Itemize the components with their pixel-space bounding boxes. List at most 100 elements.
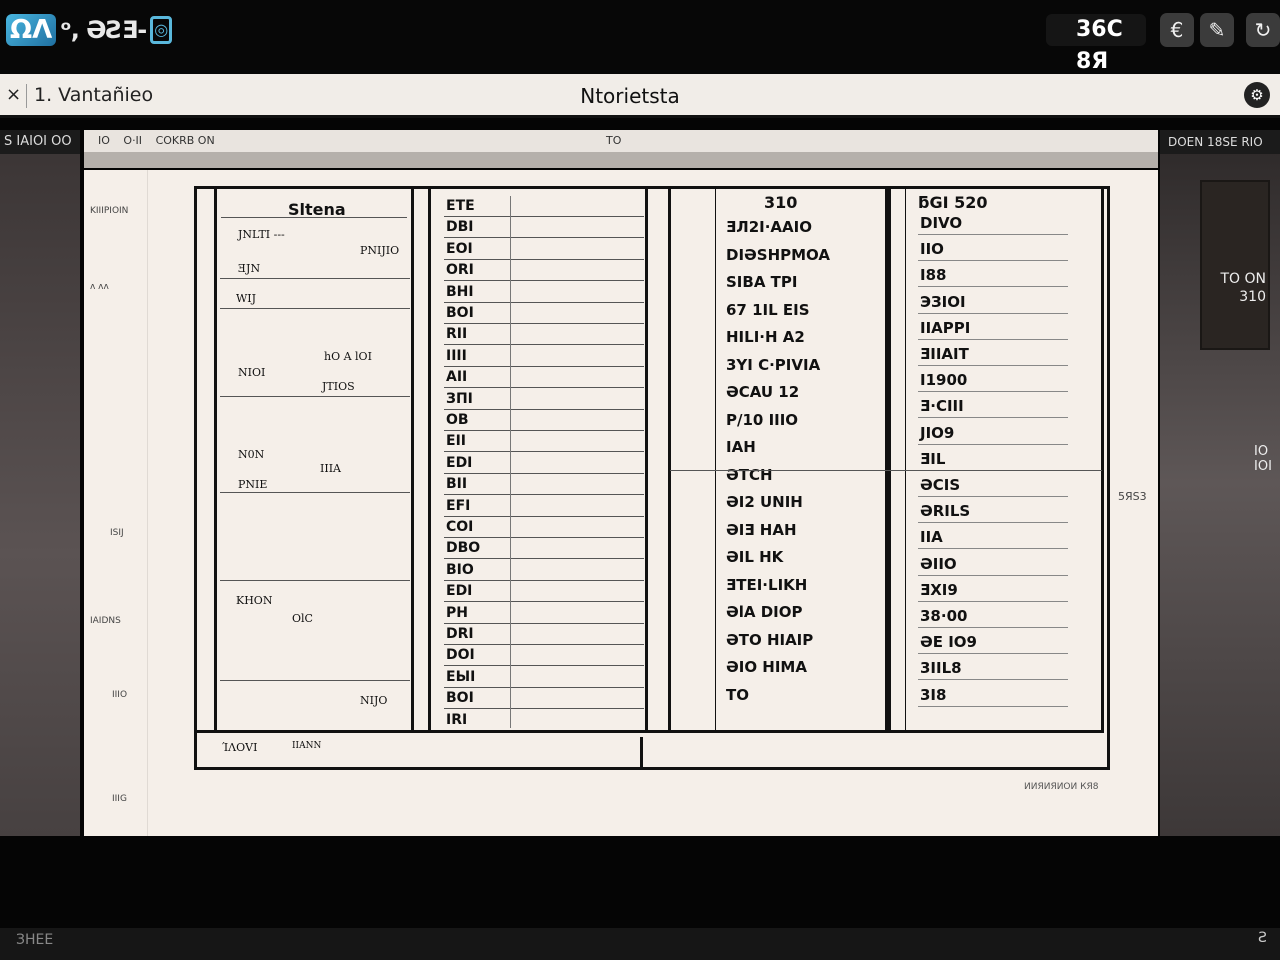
row-divider bbox=[918, 391, 1068, 393]
refresh-button[interactable]: € bbox=[1160, 13, 1194, 47]
col3-row-value: ƏTCH bbox=[726, 465, 773, 484]
row-divider bbox=[918, 365, 1068, 366]
row-divider bbox=[918, 338, 1068, 340]
col2-row-code: COI bbox=[446, 519, 474, 535]
row-divider bbox=[444, 494, 644, 496]
row-divider bbox=[444, 237, 644, 239]
logo-badge-icon: ◎ bbox=[150, 16, 173, 44]
toolbar-item[interactable]: COKRB ON bbox=[156, 134, 215, 147]
document-bar: × 1. Vantañieo Ntorietsta bbox=[0, 74, 1280, 118]
col2-row-code: ЗПІ bbox=[446, 390, 473, 407]
document-title: Ntorietsta bbox=[580, 84, 680, 108]
col3-row-value: ƎЛ2I·AAIO bbox=[726, 218, 812, 236]
row-divider bbox=[444, 644, 644, 645]
row-divider bbox=[918, 679, 1068, 681]
rotate-button[interactable]: ↻ bbox=[1246, 13, 1280, 47]
divider bbox=[26, 84, 27, 108]
row-divider bbox=[444, 686, 644, 688]
col1-note: PNIJIO bbox=[360, 244, 400, 257]
col1-note: OlC bbox=[292, 612, 313, 625]
edit-button[interactable]: ✎ bbox=[1200, 13, 1234, 47]
margin-note-right: 5ЯS3 bbox=[1118, 490, 1147, 503]
row-divider bbox=[444, 515, 644, 517]
col3-row-value: DIƏSHPMOA bbox=[726, 245, 831, 264]
status-left[interactable]: ЗНЕЕ bbox=[16, 932, 53, 948]
app-logo[interactable]: ΩΛ ᵒ, ƏƧƎ- ◎ bbox=[6, 14, 173, 46]
column-4-title: ƃGI 520 bbox=[918, 193, 988, 212]
logo-text: ᵒ, ƏƧƎ- bbox=[60, 16, 147, 44]
row-divider bbox=[918, 600, 1068, 602]
row-divider bbox=[918, 522, 1068, 524]
col3-row-value: ƏIL HK bbox=[726, 548, 784, 566]
col2-row-code: PH bbox=[446, 604, 468, 621]
right-panel-header: DOEN 18SE RIO bbox=[1160, 130, 1280, 154]
col2-row-code: AII bbox=[446, 369, 468, 386]
column-1-title: Sltena bbox=[288, 200, 346, 219]
col2-row-code: IRI bbox=[446, 711, 468, 728]
col3-row-value: ƏIO HIMA bbox=[726, 658, 807, 676]
row-divider bbox=[444, 622, 644, 624]
col4-row-value: ƎXI9 bbox=[920, 580, 958, 599]
shelf-label: TO ON 310 bbox=[1220, 271, 1266, 305]
col3-row-value: P/10 IIIO bbox=[726, 410, 799, 429]
col4-row-value: JIO9 bbox=[920, 423, 955, 442]
col1-note: JNLTI --- bbox=[238, 228, 285, 241]
col4-row-value: IIAPPI bbox=[920, 318, 971, 337]
row-divider bbox=[444, 216, 644, 217]
col4-row-value: I88 bbox=[920, 266, 947, 285]
row-divider bbox=[220, 278, 410, 279]
settings-icon[interactable]: ⚙ bbox=[1244, 82, 1270, 108]
row-divider bbox=[444, 430, 644, 431]
row-divider bbox=[918, 312, 1068, 314]
col2-row-code: IIII bbox=[446, 347, 467, 364]
col4-row-value: ƏRILS bbox=[920, 502, 971, 521]
toolbar-item[interactable]: O·II bbox=[123, 134, 142, 147]
left-panel bbox=[0, 130, 80, 836]
side-label: IO IOI bbox=[1254, 444, 1272, 474]
row-divider bbox=[918, 443, 1068, 445]
col3-row-value: TO bbox=[726, 685, 749, 704]
row-divider bbox=[220, 580, 410, 581]
close-document-button[interactable]: × bbox=[6, 84, 21, 105]
col2-row-code: ORI bbox=[446, 262, 474, 279]
row-divider bbox=[444, 472, 644, 474]
margin-note: IIIO bbox=[112, 690, 128, 700]
col1-note: NIJO bbox=[360, 694, 388, 707]
margin-note: IIIG bbox=[112, 794, 127, 804]
row-divider bbox=[444, 708, 644, 710]
row-divider bbox=[444, 387, 644, 389]
logo-mark: ΩΛ bbox=[6, 14, 56, 46]
col4-row-value: ƏCIS bbox=[920, 476, 961, 494]
status-right[interactable]: Ƨ bbox=[1258, 930, 1267, 946]
col1-note: NIOI bbox=[238, 366, 266, 379]
col3-row-value: 3YI C·PIVIA bbox=[726, 355, 821, 374]
col1-note: N0N bbox=[238, 448, 265, 461]
col1-note: WIJ bbox=[236, 292, 257, 305]
col3-row-value: ƏTO HIAIP bbox=[726, 630, 814, 649]
row-divider bbox=[444, 323, 644, 324]
toolbar-item[interactable]: TO bbox=[606, 130, 621, 152]
row-divider bbox=[918, 627, 1068, 628]
row-divider bbox=[444, 408, 644, 410]
table-footer: ΊΛΟVI IIANN bbox=[196, 730, 1104, 768]
row-divider bbox=[444, 537, 644, 538]
row-divider bbox=[444, 344, 644, 346]
row-divider bbox=[444, 579, 644, 581]
row-divider bbox=[444, 258, 644, 260]
col2-row-code: BHI bbox=[446, 283, 474, 300]
col4-row-value: ЭЗIOI bbox=[920, 292, 966, 311]
margin-column bbox=[84, 170, 148, 836]
col3-row-value: HILI·H A2 bbox=[726, 328, 805, 346]
row-divider bbox=[444, 365, 644, 367]
col2-row-code: RII bbox=[446, 326, 468, 343]
margin-note: IAIDNS bbox=[90, 616, 121, 626]
col3-row-value: IAH bbox=[726, 438, 756, 456]
row-divider bbox=[220, 492, 410, 493]
col4-row-value: ƎIL bbox=[920, 449, 946, 468]
document-name[interactable]: 1. Vantañieo bbox=[34, 84, 153, 106]
col4-row-value: ƎIIAIT bbox=[920, 345, 969, 363]
col4-row-value: 38·00 bbox=[920, 607, 968, 625]
shelf-thumbnail[interactable] bbox=[1200, 180, 1270, 350]
row-divider bbox=[444, 558, 644, 560]
toolbar-item[interactable]: IO bbox=[98, 134, 110, 147]
